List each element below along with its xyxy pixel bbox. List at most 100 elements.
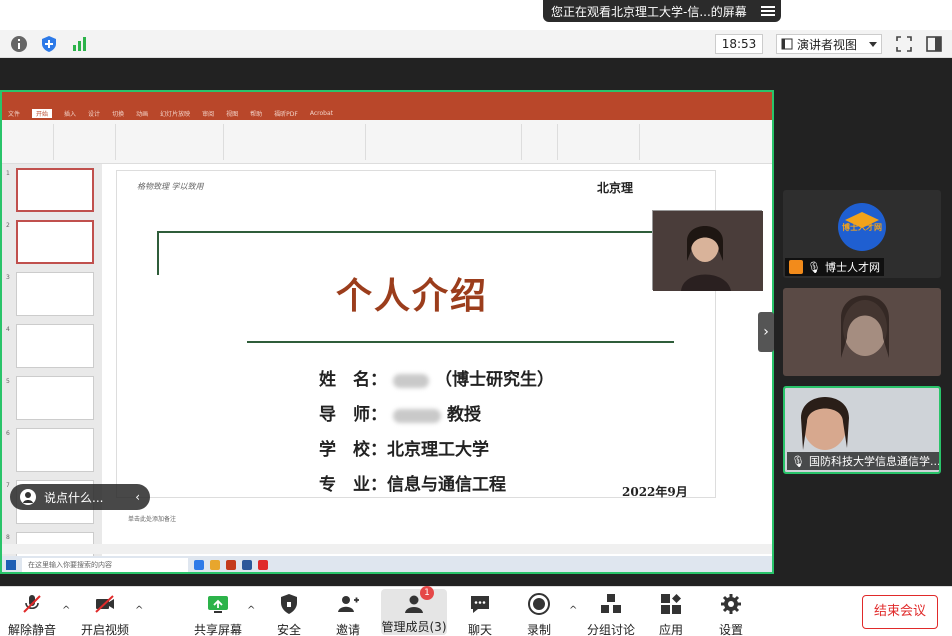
sharing-banner-text: 您正在观看北京理工大学-信...的屏幕	[551, 4, 747, 19]
participant-name-label: 🎙 博士人才网	[785, 258, 884, 276]
signal-icon[interactable]	[71, 35, 89, 53]
chevron-up-icon[interactable]: ^	[247, 605, 257, 616]
university-logo: 北京理	[597, 181, 634, 195]
sharing-banner[interactable]: 您正在观看北京理工大学-信...的屏幕	[543, 0, 781, 22]
thumbnail-number: 3	[6, 274, 10, 281]
slide-thumbnail[interactable]	[16, 168, 94, 212]
participant-name-label: 🎙 国防科技大学信息通信学...	[787, 452, 941, 470]
ppt-tab[interactable]: 设计	[88, 109, 100, 118]
ppt-ribbon	[2, 120, 772, 164]
members-badge: 1	[420, 586, 434, 600]
record-button[interactable]: 录制	[509, 589, 569, 636]
chevron-up-icon[interactable]: ^	[62, 605, 72, 616]
settings-button[interactable]: 设置	[701, 589, 761, 636]
participant-tile-active[interactable]: 🎙 国防科技大学信息通信学...	[783, 386, 941, 474]
chat-bar[interactable]: 说点什么... ‹	[10, 484, 150, 510]
end-meeting-button[interactable]: 结束会议	[862, 595, 938, 629]
view-switcher[interactable]: 演讲者视图	[776, 34, 882, 54]
fullscreen-icon[interactable]	[895, 35, 913, 53]
ppt-tab[interactable]: 福昕PDF	[274, 109, 298, 118]
boshi-logo-text: 博士人才网	[842, 223, 882, 232]
ppt-tab[interactable]: 动画	[136, 109, 148, 118]
slide-thumbnail[interactable]	[16, 272, 94, 316]
redacted-text	[393, 373, 429, 388]
members-icon: 1	[402, 586, 434, 616]
chat-input-placeholder[interactable]: 说点什么...	[44, 489, 103, 506]
shield-icon[interactable]	[40, 35, 58, 53]
ppt-tab[interactable]: 插入	[64, 109, 76, 118]
security-button[interactable]: 安全	[259, 589, 319, 636]
presenter-camera	[652, 210, 763, 291]
slide-title: 个人介绍	[335, 276, 488, 317]
row-label: 导 师：	[319, 405, 387, 425]
participant-name: 国防科技大学信息通信学...	[808, 455, 941, 468]
powerpoint-icon	[226, 560, 236, 570]
windows-start-icon	[6, 560, 16, 570]
chevron-left-icon[interactable]: ‹	[135, 490, 140, 504]
chevron-up-icon[interactable]: ^	[569, 605, 579, 616]
ppt-tab[interactable]: 切换	[112, 109, 124, 118]
slide-thumbnail[interactable]	[16, 428, 94, 472]
slide-thumbnail[interactable]	[16, 376, 94, 420]
slide-thumbnail[interactable]	[16, 220, 94, 264]
thumbnail-number: 1	[6, 170, 10, 177]
windows-taskbar: 在这里输入你要搜索的内容	[2, 556, 772, 572]
chat-button[interactable]: 聊天	[450, 589, 510, 636]
apps-button[interactable]: 应用	[641, 589, 701, 636]
ppt-tab[interactable]: 视图	[226, 109, 238, 118]
ppt-tab[interactable]: 开始	[32, 108, 53, 118]
layout-icon[interactable]	[925, 35, 943, 53]
edge-icon	[194, 560, 204, 570]
ppt-tab[interactable]: 审阅	[202, 109, 214, 118]
apps-icon	[661, 594, 681, 614]
chat-icon	[471, 596, 489, 613]
security-label: 安全	[276, 623, 301, 636]
participant-tile[interactable]: 博士人才网 🎙 博士人才网	[783, 190, 941, 278]
row-value: 教授	[447, 405, 481, 425]
video-off-icon	[95, 595, 114, 613]
mute-label: 解除静音	[7, 623, 56, 636]
presenter-video	[653, 211, 763, 291]
invite-label: 邀请	[335, 623, 360, 636]
chevron-up-icon[interactable]: ^	[135, 605, 145, 616]
video-label: 开启视频	[80, 623, 129, 636]
share-screen-button[interactable]: 共享屏幕	[188, 589, 248, 636]
ppt-tab[interactable]: Acrobat	[310, 110, 333, 117]
ribbon-group-paragraph	[226, 124, 366, 160]
apps-label: 应用	[658, 623, 683, 636]
share-label: 共享屏幕	[193, 623, 242, 636]
invite-button[interactable]: 邀请	[318, 589, 378, 636]
manage-members-button[interactable]: 1 管理成员(3)	[381, 586, 447, 635]
slide-row-name: 姓 名： （博士研究生）	[319, 365, 554, 390]
slide-thumbnail[interactable]	[16, 324, 94, 368]
mute-button[interactable]: 解除静音	[2, 589, 62, 636]
breakout-label: 分组讨论	[586, 623, 635, 636]
participant-video	[783, 288, 941, 376]
divider	[157, 231, 674, 233]
row-label: 学 校：	[319, 440, 387, 460]
participant-tile[interactable]	[783, 288, 941, 376]
ppt-tab[interactable]: 文件	[8, 109, 20, 118]
ribbon-group-clipboard	[6, 124, 54, 160]
mic-icon: 🎙	[791, 454, 805, 468]
breakout-icon	[601, 594, 621, 613]
mic-muted-icon: 🎙	[807, 260, 821, 274]
folder-icon	[210, 560, 220, 570]
word-icon	[242, 560, 252, 570]
ppt-tab[interactable]: 幻灯片放映	[160, 109, 190, 118]
share-screen-icon	[208, 596, 228, 613]
meeting-controls: 解除静音 ^ 开启视频 ^ 共享屏幕 ^ 安全 邀请 1 管理成员(3) 聊天 …	[0, 586, 952, 636]
thumbnail-number: 4	[6, 326, 10, 333]
video-button[interactable]: 开启视频	[75, 589, 135, 636]
ppt-tab[interactable]: 帮助	[250, 109, 262, 118]
thumbnail-number: 7	[6, 482, 10, 489]
record-label: 录制	[526, 623, 551, 636]
info-icon[interactable]	[10, 35, 28, 53]
breakout-button[interactable]: 分组讨论	[581, 589, 641, 636]
pdf-icon	[258, 560, 268, 570]
notes-pane[interactable]: 单击此处添加备注	[116, 514, 716, 528]
avatar	[789, 260, 803, 274]
collapse-panel-button[interactable]: ›	[758, 312, 774, 352]
chevron-down-icon	[869, 41, 877, 47]
menu-icon[interactable]	[761, 6, 775, 16]
